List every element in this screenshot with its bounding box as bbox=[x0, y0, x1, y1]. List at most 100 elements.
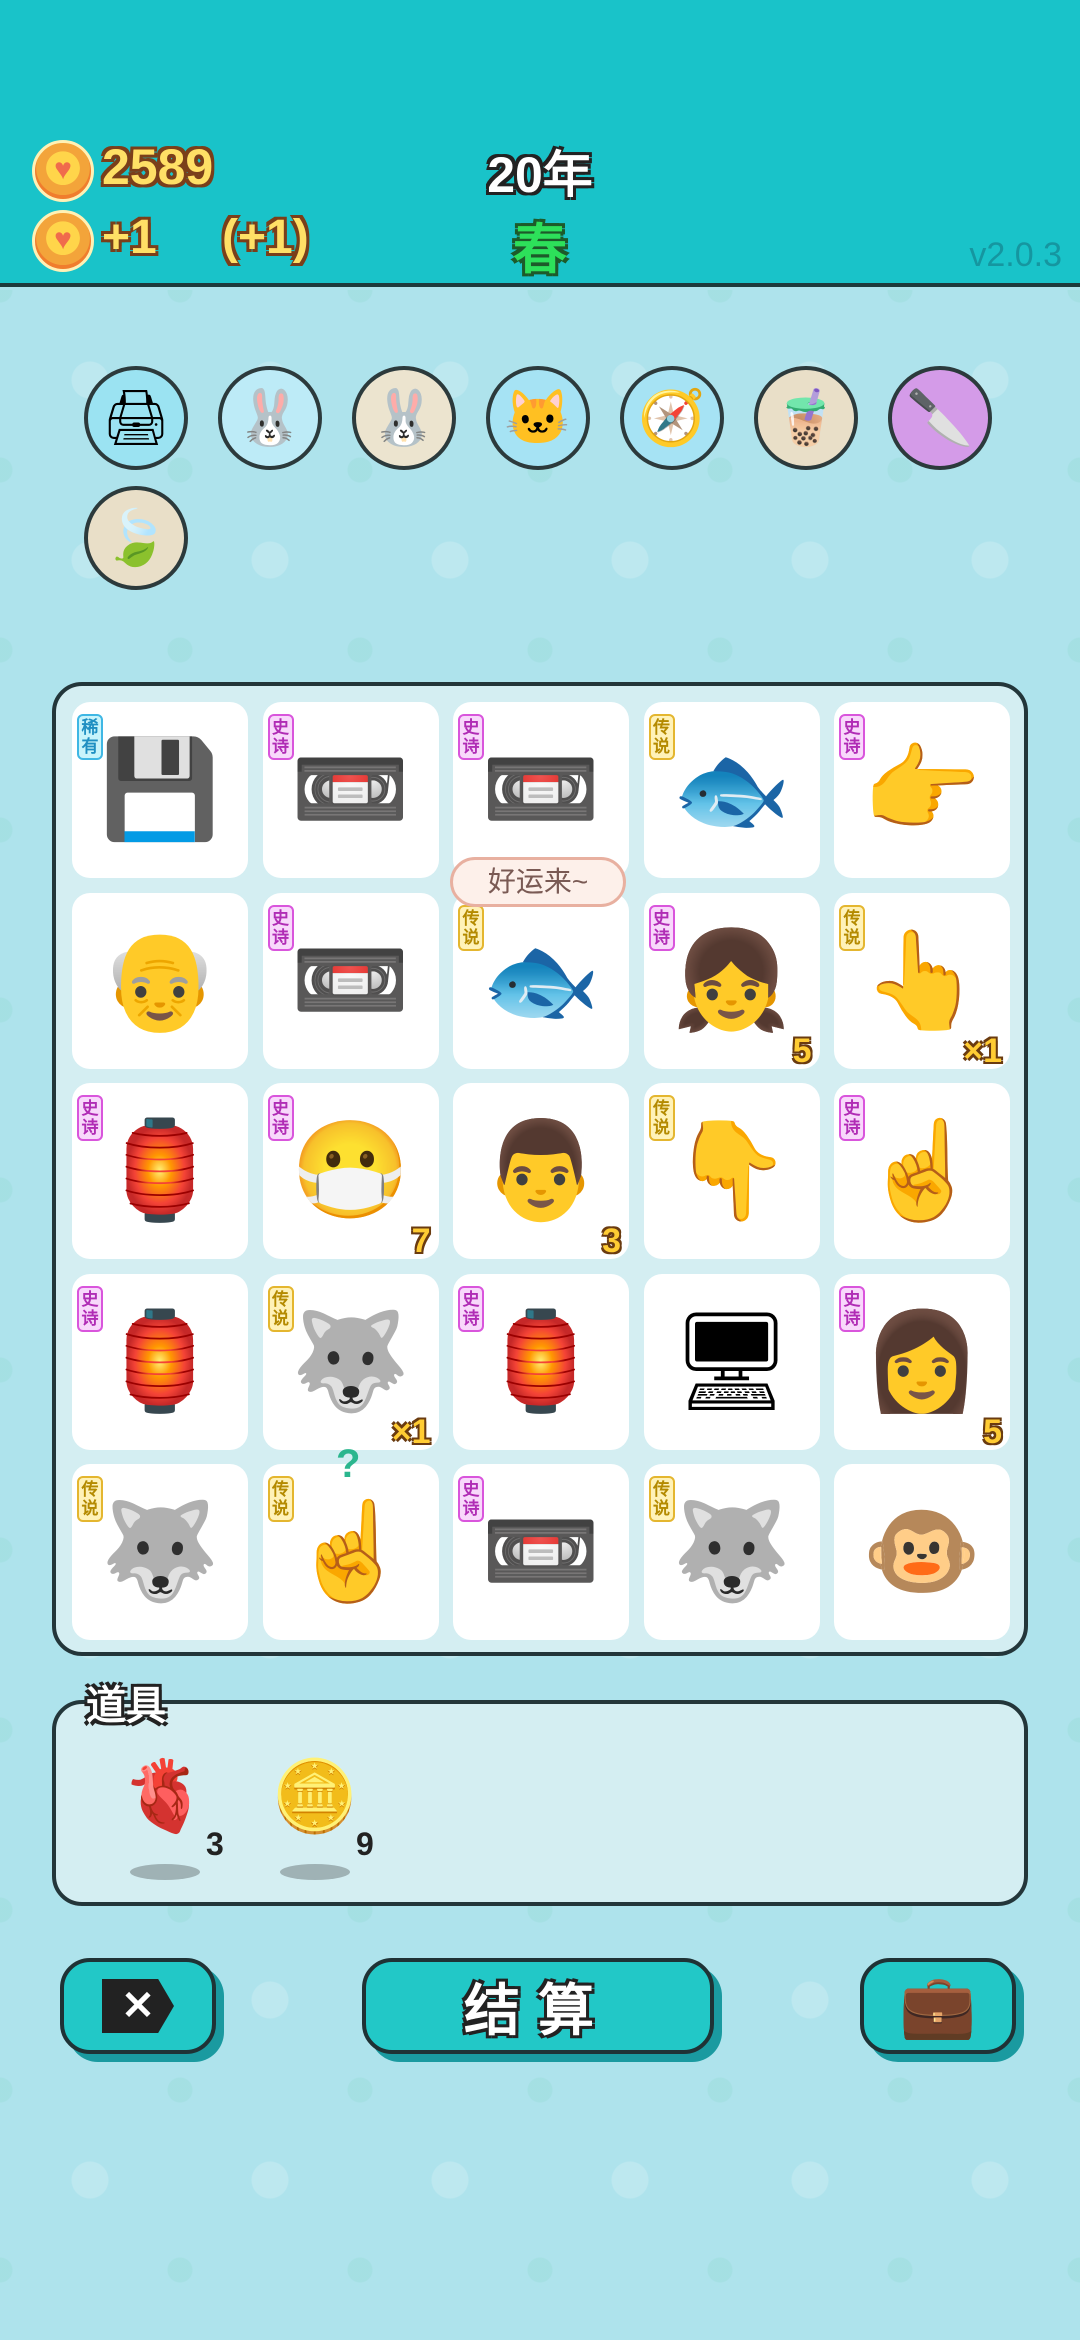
exit-button[interactable]: ✕ bbox=[60, 1958, 216, 2054]
rarity-tag: 史诗 bbox=[267, 714, 294, 760]
exit-icon: ✕ bbox=[102, 1979, 174, 2033]
relic-leaf[interactable]: 🍃 bbox=[84, 486, 188, 590]
rarity-tag: 史诗 bbox=[458, 1285, 484, 1332]
cleaver-icon: 🔪 bbox=[906, 387, 974, 448]
tile-counter: 5 bbox=[792, 1031, 812, 1070]
board-tile[interactable]: 史诗 🏮 bbox=[72, 1083, 248, 1259]
rabbit-white-icon: 🐰 bbox=[236, 387, 304, 448]
tile-art-icon: 😷 bbox=[290, 1117, 411, 1224]
rarity-tag: 稀有 bbox=[77, 714, 103, 760]
compass-icon: 🧭 bbox=[638, 387, 706, 448]
speech-bubble: 好运来~ bbox=[450, 857, 626, 907]
board-tile[interactable]: 传说 🐺 ×1 bbox=[262, 1273, 439, 1451]
board-tile[interactable]: 🖥 bbox=[643, 1273, 820, 1450]
coin-icon bbox=[32, 140, 94, 202]
board-tile[interactable]: 传说 ☝ bbox=[262, 1464, 439, 1640]
board-tile[interactable]: 传说 🐺 bbox=[643, 1464, 820, 1640]
top-hud: 2589 +1 (+1) 20年 春 v2.0.3 bbox=[0, 0, 1080, 287]
prop-dollar-coin[interactable]: 🪙 bbox=[260, 1742, 370, 1852]
tile-art-icon: 🏮 bbox=[100, 1307, 220, 1415]
board-tile[interactable]: 史诗 🏮 bbox=[72, 1273, 248, 1450]
prop-shadow bbox=[280, 1864, 350, 1880]
rarity-tag: 传说 bbox=[648, 1476, 675, 1522]
board-tile[interactable]: 史诗 😷 7 bbox=[262, 1083, 439, 1260]
board-tile[interactable]: 传说 🐟 bbox=[643, 702, 820, 878]
board-tile[interactable]: 史诗 📼 bbox=[453, 702, 629, 878]
rarity-tag: 史诗 bbox=[267, 904, 294, 951]
board-tile[interactable]: 传说 👇 bbox=[643, 1083, 820, 1259]
settle-button-label: 结算 bbox=[464, 1978, 612, 2042]
rarity-tag: 传说 bbox=[648, 1095, 675, 1141]
rarity-tag: 传说 bbox=[267, 1285, 294, 1332]
tile-counter: ×1 bbox=[963, 1031, 1002, 1070]
board-tile[interactable]: 稀有 💾 bbox=[72, 702, 248, 878]
rarity-tag: 传说 bbox=[77, 1476, 103, 1522]
relic-rabbit-white[interactable]: 🐰 bbox=[218, 366, 322, 470]
board-tile[interactable]: 史诗 📼 bbox=[262, 892, 439, 1069]
rarity-tag: 传说 bbox=[458, 904, 484, 951]
coin-total: 2589 bbox=[102, 139, 214, 195]
board-tile[interactable]: 史诗 👧 5 bbox=[643, 892, 820, 1070]
leaf-icon: 🍃 bbox=[102, 507, 170, 568]
tile-art-icon: 📼 bbox=[290, 736, 411, 843]
cat-icon: 🐱 bbox=[504, 387, 572, 448]
board-tile[interactable]: 🐵 bbox=[834, 1464, 1010, 1640]
tile-art-icon: 👴 bbox=[100, 926, 220, 1034]
tile-art-icon: 📼 bbox=[290, 926, 411, 1034]
rarity-tag: 传说 bbox=[267, 1476, 294, 1522]
printer-icon: 🖨 bbox=[101, 387, 171, 448]
board-tile[interactable]: 👨 3 bbox=[453, 1083, 629, 1260]
settle-button[interactable]: 结算 bbox=[362, 1958, 714, 2054]
tile-art-icon: 🖥 bbox=[670, 1307, 793, 1415]
bag-button[interactable]: 💼 bbox=[860, 1958, 1016, 2054]
rarity-tag: 史诗 bbox=[267, 1095, 294, 1141]
tile-art-icon: 👨 bbox=[481, 1117, 601, 1224]
board-tile[interactable]: 史诗 📼 bbox=[262, 702, 439, 878]
board-tile[interactable]: 史诗 👉 bbox=[834, 702, 1010, 878]
tile-art-icon: 🏮 bbox=[100, 1117, 220, 1224]
tile-art-icon: 🐵 bbox=[862, 1498, 982, 1605]
bubble-tea-icon: 🧋 bbox=[772, 387, 840, 448]
relic-cleaver[interactable]: 🔪 bbox=[888, 366, 992, 470]
board-tile[interactable]: 史诗 📼 bbox=[453, 1464, 629, 1640]
rarity-tag: 传说 bbox=[839, 904, 865, 951]
board-tile[interactable]: 史诗 🏮 bbox=[453, 1273, 629, 1450]
relic-cat[interactable]: 🐱 bbox=[486, 366, 590, 470]
tile-counter: 7 bbox=[411, 1222, 431, 1260]
tile-art-icon: 👇 bbox=[671, 1117, 792, 1224]
board-tile[interactable]: 史诗 👩 5 bbox=[834, 1273, 1010, 1451]
year-label: 20年 bbox=[487, 147, 593, 203]
prop-shadow bbox=[130, 1864, 200, 1880]
tile-art-icon: 🐺 bbox=[290, 1307, 411, 1415]
briefcase-icon: 💼 bbox=[899, 1971, 977, 2041]
rarity-tag: 史诗 bbox=[77, 1095, 103, 1141]
liver-icon: 🫀 bbox=[121, 1757, 209, 1835]
board-tile[interactable]: 传说 🐺 bbox=[72, 1464, 248, 1640]
tile-counter: 3 bbox=[602, 1222, 621, 1260]
prop-count: 9 bbox=[356, 1826, 374, 1862]
tile-art-icon: 🐺 bbox=[100, 1498, 220, 1605]
rarity-tag: 传说 bbox=[648, 714, 675, 760]
tile-art-icon: ☝ bbox=[862, 1117, 982, 1224]
tile-art-icon: 🐺 bbox=[671, 1498, 792, 1605]
relic-bubble-tea[interactable]: 🧋 bbox=[754, 366, 858, 470]
board-tile[interactable]: 史诗 ☝ bbox=[834, 1083, 1010, 1259]
rarity-tag: 史诗 bbox=[839, 1095, 865, 1141]
board-tile[interactable]: 传说 🐟 bbox=[453, 892, 629, 1069]
tile-art-icon: 👉 bbox=[862, 736, 982, 843]
question-mark: ? bbox=[336, 1442, 361, 1486]
prop-liver[interactable]: 🫀 bbox=[110, 1742, 220, 1852]
income-bonus: (+1) bbox=[222, 211, 309, 264]
income-coin-icon bbox=[32, 210, 94, 272]
board-tile[interactable]: 👴 bbox=[72, 892, 248, 1069]
relic-printer[interactable]: 🖨 bbox=[84, 366, 188, 470]
relic-compass[interactable]: 🧭 bbox=[620, 366, 724, 470]
relic-rabbit-beige[interactable]: 🐰 bbox=[352, 366, 456, 470]
tile-art-icon: 👆 bbox=[862, 926, 982, 1034]
board-tile[interactable]: 传说 👆 ×1 bbox=[834, 892, 1010, 1070]
income-amount: +1 bbox=[102, 211, 157, 264]
tile-art-icon: 👧 bbox=[671, 926, 792, 1034]
rarity-tag: 史诗 bbox=[458, 714, 484, 760]
tile-art-icon: 💾 bbox=[100, 736, 220, 843]
version-label: v2.0.3 bbox=[969, 236, 1062, 274]
